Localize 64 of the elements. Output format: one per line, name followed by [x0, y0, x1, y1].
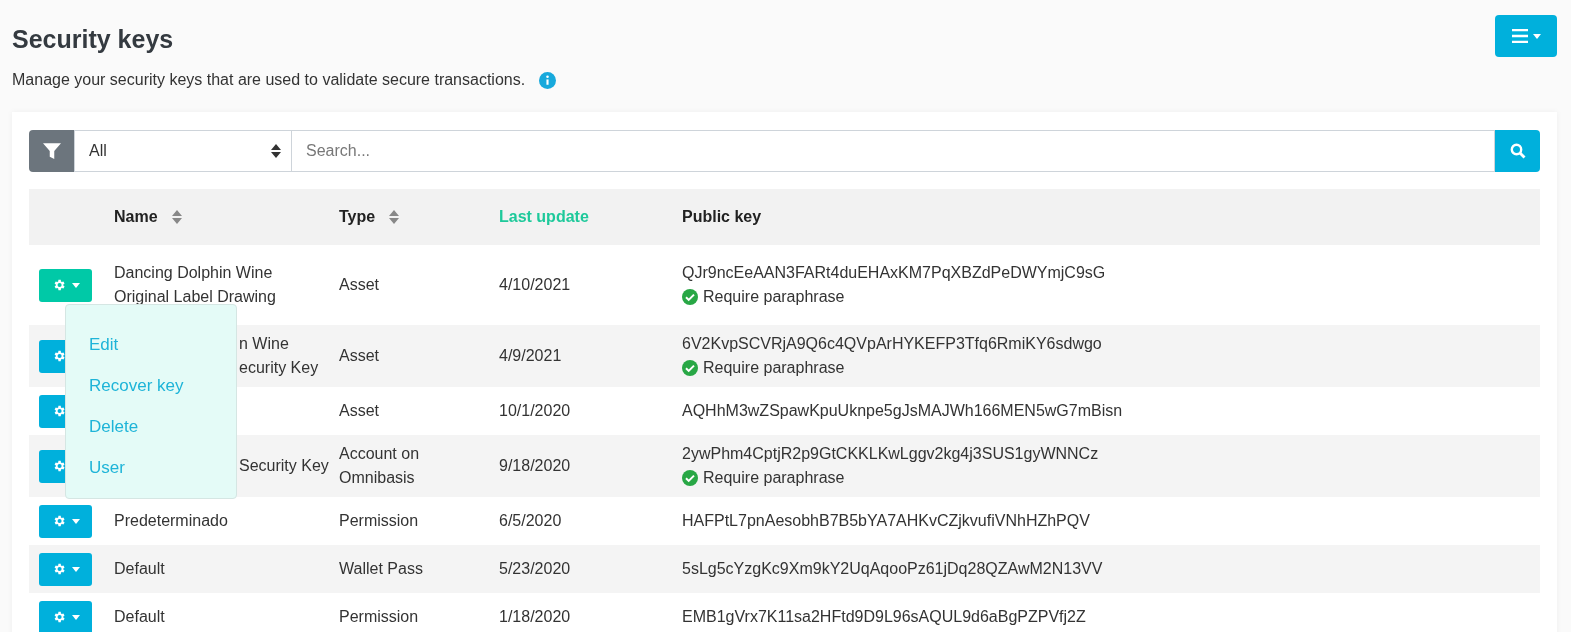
page-description: Manage your security keys that are used to validate secure transactions. — [12, 71, 526, 89]
paraphrase-note: Require paraphrase — [703, 358, 845, 378]
update-date: 4/9/2021 — [499, 346, 562, 366]
update-date: 1/18/2020 — [499, 607, 571, 627]
key-name: Default — [114, 559, 165, 579]
update-date: 4/10/2021 — [499, 275, 571, 295]
filter-button[interactable] — [29, 130, 74, 172]
menu-button[interactable] — [1495, 15, 1557, 57]
row-actions-button[interactable] — [39, 552, 92, 586]
page-title: Security keys — [12, 25, 174, 54]
sort-icon[interactable] — [171, 209, 182, 225]
row-actions-button[interactable] — [39, 504, 92, 538]
public-key: QJr9ncEeAAN3FARt4duEHAxKM7PqXBZdPeDWYmjC9sG — [682, 261, 1106, 285]
check-circle-icon — [682, 470, 698, 486]
key-name: Security Key — [239, 456, 329, 476]
search-field[interactable]: Search... — [292, 130, 1495, 172]
key-type: Asset — [339, 401, 379, 421]
select-arrows-icon — [271, 144, 281, 158]
info-icon[interactable] — [539, 71, 557, 89]
filter-icon — [42, 142, 61, 160]
menu-item[interactable]: Delete — [89, 415, 236, 439]
public-key: HAFPtL7pnAesobhB7B5bYA7AHKvCZjkvufiVNhHZhPQV — [682, 509, 1090, 533]
column-header: Last update — [499, 208, 589, 226]
update-date: 5/23/2020 — [499, 559, 571, 579]
update-date: 9/18/2020 — [499, 456, 571, 476]
caret-icon — [71, 282, 80, 288]
key-name: Predeterminado — [114, 511, 228, 531]
public-key: EMB1gVrx7K11sa2HFtd9D9L96sAQUL9d6aBgPZPVfj2Z — [682, 605, 1086, 629]
key-name: Default — [114, 607, 165, 627]
paraphrase-note: Require paraphrase — [703, 468, 845, 488]
public-key: 5sLg5cYzgKc9Xm9kY2UqAqooPz61jDq28QZAwM2N13VV — [682, 557, 1103, 581]
key-type: Permission — [339, 511, 419, 531]
sort-icon[interactable] — [389, 209, 400, 225]
key-type: Asset — [339, 275, 379, 295]
key-name: Dancing Dolphin Wine Original Label Drawing — [114, 263, 276, 307]
search-button[interactable] — [1495, 130, 1540, 172]
column-header[interactable]: Type — [339, 208, 376, 226]
update-date: 6/5/2020 — [499, 511, 562, 531]
public-key: AQHhM3wZSpawKpuUknpe5gJsMAJWh166MEN5wG7mBisn — [682, 399, 1123, 423]
menu-item[interactable]: User — [89, 456, 236, 480]
menu-icon — [1511, 29, 1528, 43]
caret-icon — [71, 518, 80, 524]
check-circle-icon — [682, 289, 698, 305]
key-type: Account on Omnibasis — [339, 444, 420, 488]
column-header[interactable]: Name — [114, 208, 158, 226]
row-actions-button[interactable] — [39, 600, 92, 632]
update-date: 10/1/2020 — [499, 401, 571, 421]
paraphrase-note: Require paraphrase — [703, 287, 845, 307]
column-header: Public key — [682, 208, 762, 226]
key-name: n Wine ecurity Key — [239, 334, 319, 378]
public-key: 2ywPhm4CptjR2p9GtCKKLKwLggv2kg4j3SUS1gyWNNCz — [682, 442, 1099, 466]
key-type: Permission — [339, 607, 419, 627]
key-type: Wallet Pass — [339, 559, 423, 579]
key-type: Asset — [339, 346, 379, 366]
menu-item[interactable]: Edit — [89, 333, 236, 357]
caret-icon — [71, 566, 80, 572]
menu-item[interactable]: Recover key — [89, 374, 236, 398]
public-key: 6V2KvpSCVRjA9Q6c4QVpArHYKEFP3Tfq6RmiKY6sdwgo — [682, 332, 1102, 356]
check-circle-icon — [682, 360, 698, 376]
search-icon — [1509, 143, 1526, 159]
row-actions-button[interactable] — [39, 268, 92, 302]
type-select[interactable]: All — [74, 130, 292, 172]
caret-icon — [1532, 33, 1541, 39]
caret-icon — [71, 614, 80, 620]
